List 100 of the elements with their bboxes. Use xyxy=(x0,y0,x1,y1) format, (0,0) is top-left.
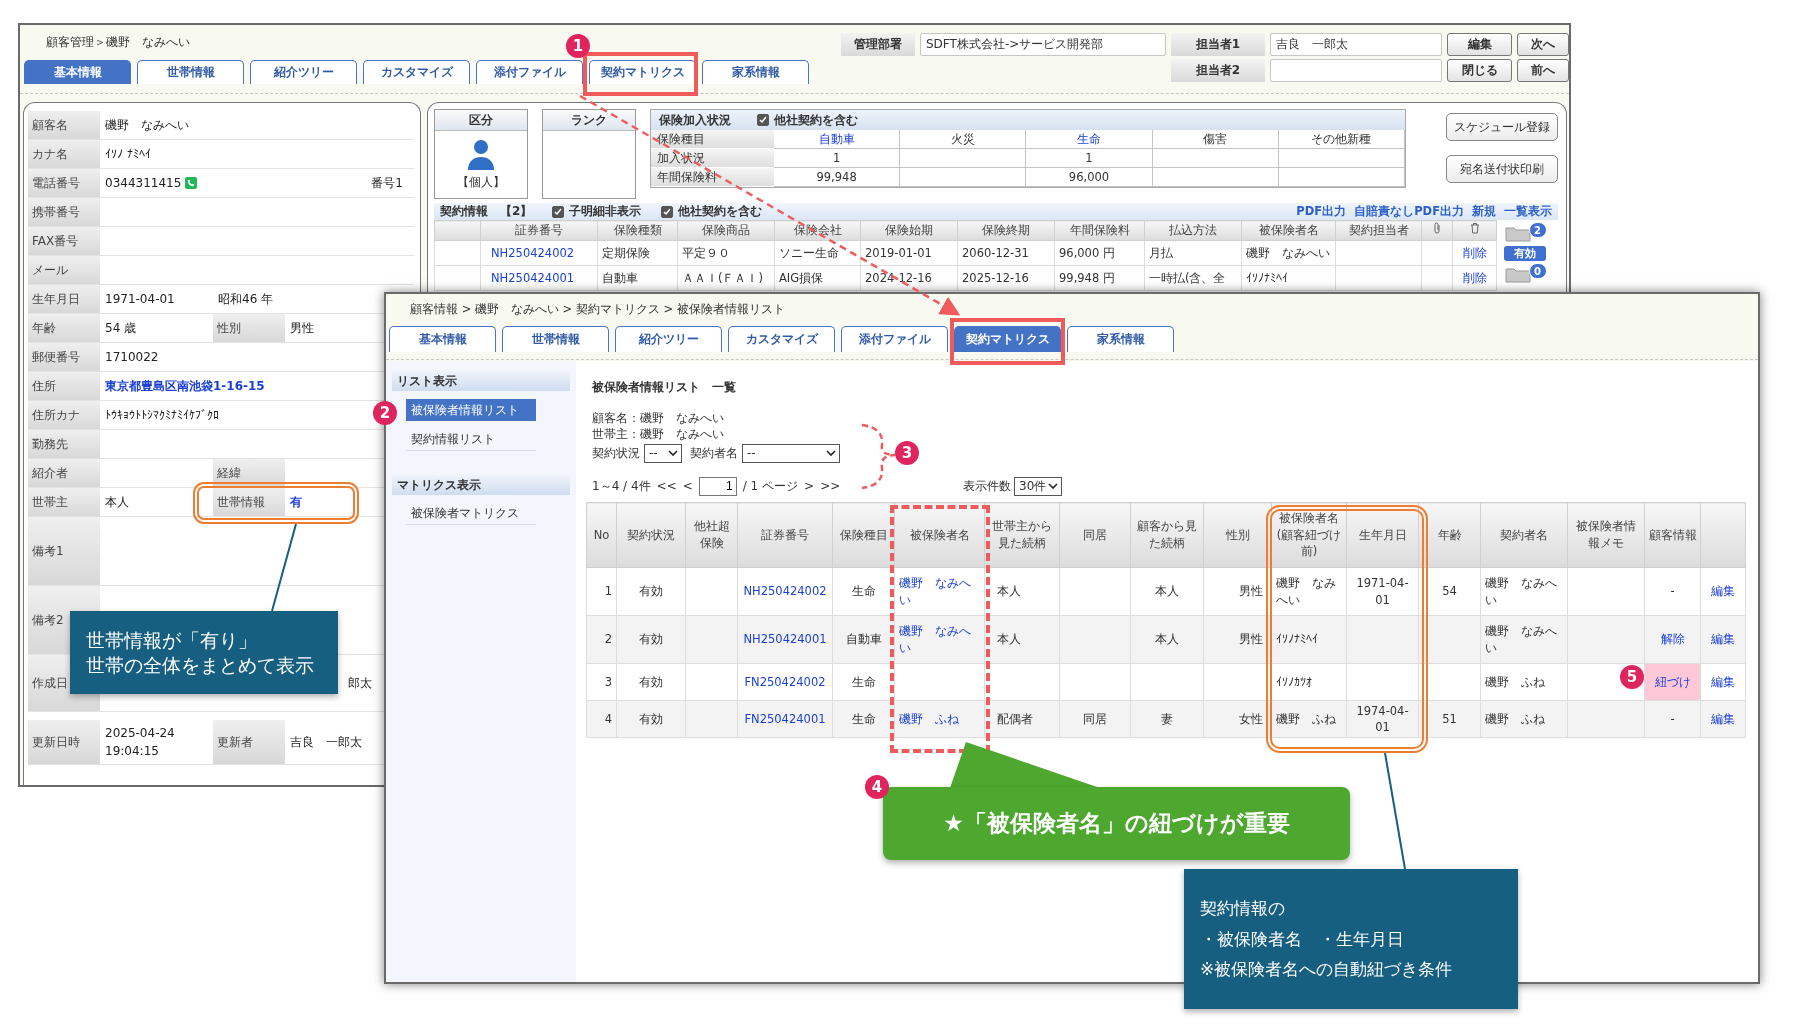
table-title: 保険加入状況 xyxy=(659,111,731,129)
policy-link[interactable]: NH250424001 xyxy=(737,615,833,664)
table-cell: 磯野 なみへい xyxy=(1480,615,1568,664)
tab[interactable]: 添付ファイル xyxy=(476,60,583,84)
table-cell: その他新種 xyxy=(1278,130,1405,149)
input-field[interactable]: 吉良 一郎太 xyxy=(1270,33,1442,56)
nav-button[interactable]: 編集 xyxy=(1447,33,1512,56)
select-field[interactable]: -- xyxy=(742,443,840,463)
table-cell: 生命 xyxy=(832,663,895,701)
insured-link[interactable]: 磯野 なみへい xyxy=(894,615,985,664)
column-header: 世帯主から見た続柄 xyxy=(984,502,1060,568)
table-cell: 同居 xyxy=(1059,700,1131,738)
column-header: 生年月日 xyxy=(1346,502,1419,568)
action-button[interactable]: スケジュール登録 xyxy=(1446,113,1558,141)
column-header: 他社超保険 xyxy=(685,502,738,568)
field-label: FAX番号 xyxy=(32,232,79,250)
sidebar-item[interactable]: 契約情報リスト xyxy=(406,429,536,451)
tab[interactable]: 世帯情報 xyxy=(137,60,244,84)
checkbox[interactable] xyxy=(661,205,674,218)
column-header: 年間保険料 xyxy=(1054,220,1145,241)
unlink-link[interactable]: 解除 xyxy=(1644,615,1701,664)
tab[interactable]: 世帯情報 xyxy=(502,326,609,352)
insured-link[interactable]: 磯野 なみへい xyxy=(894,567,985,616)
delete-link[interactable]: 削除 xyxy=(1452,265,1497,291)
edit-link[interactable]: 編集 xyxy=(1700,700,1746,738)
policy-link[interactable]: FN250424001 xyxy=(737,700,833,738)
policy-link[interactable]: NH250424001 xyxy=(480,265,598,291)
page-title: 被保険者情報リスト 一覧 xyxy=(592,379,737,396)
tab[interactable]: 契約マトリクス xyxy=(954,326,1061,352)
table-cell: 平定９０ xyxy=(677,240,775,266)
link[interactable]: PDF出力 xyxy=(1296,204,1347,219)
checkbox[interactable] xyxy=(757,114,769,126)
field-label: 性別 xyxy=(217,319,241,337)
input-field[interactable] xyxy=(1270,59,1442,82)
tab[interactable]: 紹介ツリー xyxy=(250,60,357,84)
status-badge[interactable]: 有効 xyxy=(1503,246,1546,261)
delete-link[interactable]: 削除 xyxy=(1452,240,1497,266)
select-field[interactable]: -- xyxy=(644,443,682,463)
table-cell: 磯野 なみへい xyxy=(1241,240,1336,266)
tab[interactable]: カスタマイズ xyxy=(363,60,470,84)
filter-label: 表示件数 xyxy=(963,477,1011,495)
policy-link[interactable]: NH250424002 xyxy=(737,567,833,616)
insured-link[interactable]: 磯野 ふね xyxy=(894,700,985,738)
category-link[interactable]: 自動車 xyxy=(774,130,901,149)
nav-button[interactable]: 閉じる xyxy=(1447,59,1512,82)
last-page-link[interactable]: >> xyxy=(820,479,841,493)
field-value: 1971-04-01 xyxy=(105,291,175,308)
tab[interactable]: 添付ファイル xyxy=(841,326,948,352)
table-cell: 本人 xyxy=(1130,615,1204,664)
checkbox-label: 子明細非表示 xyxy=(569,203,642,220)
address-link[interactable]: 有 xyxy=(290,493,302,511)
sidebar-item[interactable]: 被保険者情報リスト xyxy=(406,399,536,421)
first-page-link[interactable]: << xyxy=(656,479,677,493)
tab[interactable]: 紹介ツリー xyxy=(615,326,722,352)
next-page-link[interactable]: > xyxy=(804,479,815,493)
table-cell: 傷害 xyxy=(1152,130,1279,149)
edit-link[interactable]: 編集 xyxy=(1700,615,1746,664)
input-field[interactable]: SDFT株式会社->サービス開発部 xyxy=(920,33,1166,56)
edit-link[interactable]: 編集 xyxy=(1700,663,1746,701)
edit-link[interactable]: 編集 xyxy=(1700,567,1746,616)
prev-page-link[interactable]: < xyxy=(682,479,693,493)
folder-icon[interactable] xyxy=(1504,267,1531,283)
field-label: 電話番号 xyxy=(32,174,80,192)
folder-icon[interactable] xyxy=(1504,226,1531,242)
checkbox[interactable] xyxy=(552,205,565,218)
policy-link[interactable]: NH250424002 xyxy=(480,240,598,266)
table-cell: 自動車 xyxy=(597,265,678,291)
sidebar-item[interactable]: 被保険者マトリクス xyxy=(406,503,536,525)
table-cell: 99,948 円 xyxy=(1054,265,1145,291)
link-button[interactable]: 紐づけ xyxy=(1644,663,1701,701)
page-input[interactable]: 1 xyxy=(698,476,737,496)
tab[interactable]: カスタマイズ xyxy=(728,326,835,352)
column-header: 契約状況 xyxy=(616,502,686,568)
action-button[interactable]: 宛名送付状印刷 xyxy=(1446,155,1558,183)
category-link[interactable]: 生命 xyxy=(1026,130,1153,149)
select-field[interactable]: 30件 xyxy=(1014,476,1062,496)
phone-icon[interactable] xyxy=(185,177,198,189)
tab[interactable]: 家系情報 xyxy=(702,60,809,84)
table-cell: 1 xyxy=(586,567,617,616)
table-cell: 2 xyxy=(586,615,617,664)
column-header: 保険商品 xyxy=(677,220,775,241)
nav-button[interactable]: 次へ xyxy=(1517,33,1569,56)
table-cell: 有効 xyxy=(616,567,686,616)
link[interactable]: 一覧表示 xyxy=(1504,204,1552,219)
table-cell: 2019-01-01 xyxy=(860,240,958,266)
info-text: 世帯主：磯野 なみへい xyxy=(592,426,725,442)
field-label: メール xyxy=(32,261,68,279)
table-cell: 有効 xyxy=(616,700,686,738)
nav-button[interactable]: 前へ xyxy=(1517,59,1569,82)
tab[interactable]: 家系情報 xyxy=(1067,326,1174,352)
link[interactable]: 自賠責なしPDF出力 xyxy=(1354,204,1464,219)
link[interactable]: 新規 xyxy=(1472,204,1496,219)
address-link[interactable]: 東京都豊島区南池袋1-16-15 xyxy=(105,377,265,395)
tab[interactable]: 契約マトリクス xyxy=(589,60,696,84)
tab[interactable]: 基本情報 xyxy=(389,326,496,352)
field-label: 年齢 xyxy=(32,319,56,337)
box-title: ランク xyxy=(543,110,635,131)
table-cell: 一時払(含、全 xyxy=(1144,265,1242,291)
tab[interactable]: 基本情報 xyxy=(24,60,131,84)
policy-link[interactable]: FN250424002 xyxy=(737,663,833,701)
